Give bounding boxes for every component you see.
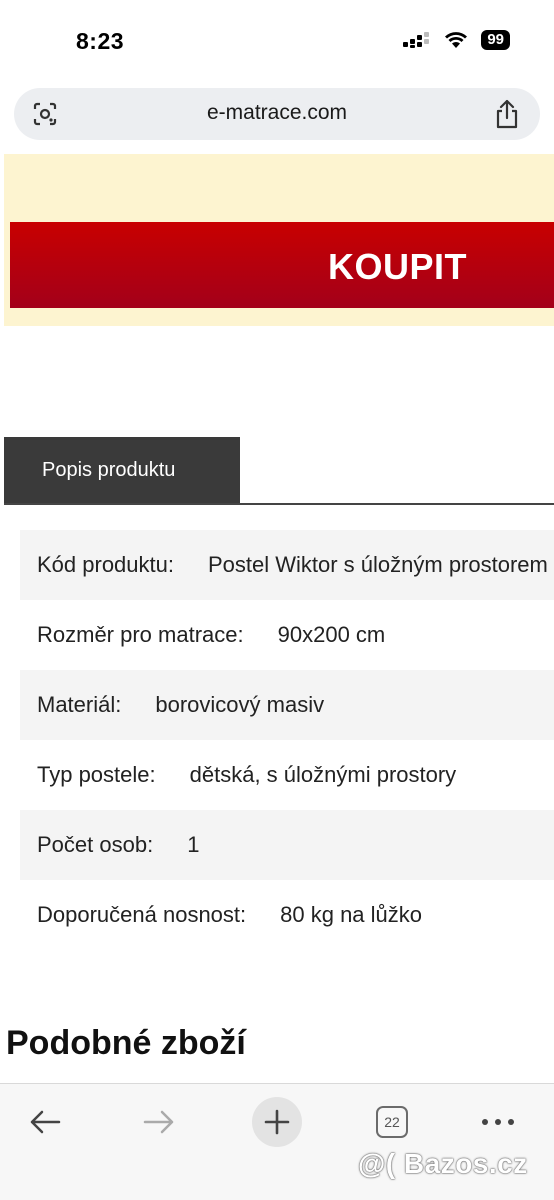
spec-value: 90x200 cm <box>277 622 386 647</box>
status-icons: 99 <box>403 30 510 50</box>
watermark: @( Bazos.cz <box>358 1148 528 1179</box>
more-button[interactable] <box>478 1102 518 1142</box>
product-tabs: Popis produktu <box>4 437 554 505</box>
spec-value: 80 kg na lůžko <box>280 902 423 927</box>
spec-value: Postel Wiktor s úložným prostorem <box>207 552 548 577</box>
status-bar: 8:23 99 <box>0 0 554 82</box>
battery-icon: 99 <box>481 30 510 50</box>
spec-value: dětská, s úložnými prostory <box>189 762 457 787</box>
buy-button-label: KOUPIT <box>328 246 468 287</box>
product-spec-table: Kód produktu: Postel Wiktor s úložným pr… <box>20 530 554 950</box>
cellular-signal-icon <box>403 32 430 48</box>
tabs-icon: 22 <box>376 1106 408 1138</box>
similar-products-heading: Podobné zboží <box>6 1024 246 1062</box>
spec-label: Materiál: <box>37 692 122 717</box>
tab-product-description[interactable]: Popis produktu <box>4 437 240 503</box>
spec-label: Typ postele: <box>37 762 156 787</box>
spec-label: Kód produktu: <box>37 552 174 577</box>
share-icon[interactable] <box>494 99 520 129</box>
tabs-button[interactable]: 22 <box>372 1102 412 1142</box>
back-button[interactable] <box>22 1102 68 1142</box>
spec-row-load-capacity: Doporučená nosnost: 80 kg na lůžko <box>20 880 554 950</box>
spec-row-mattress-size: Rozměr pro matrace: 90x200 cm <box>20 600 554 670</box>
wifi-icon <box>445 32 468 48</box>
status-time: 8:23 <box>76 28 125 54</box>
spec-label: Doporučená nosnost: <box>37 902 247 927</box>
more-icon <box>482 1119 514 1125</box>
back-arrow-icon <box>30 1110 61 1134</box>
buy-button[interactable]: KOUPIT <box>10 222 554 308</box>
spec-row-product-code: Kód produktu: Postel Wiktor s úložným pr… <box>20 530 554 600</box>
plus-icon <box>264 1109 290 1135</box>
url-text: e-matrace.com <box>206 101 348 124</box>
spec-label: Počet osob: <box>37 832 154 857</box>
forward-button[interactable] <box>136 1102 182 1142</box>
spec-row-material: Materiál: borovicový masiv <box>20 670 554 740</box>
buy-section: KOUPIT <box>4 154 554 326</box>
spec-value: borovicový masiv <box>155 692 325 717</box>
spec-row-persons: Počet osob: 1 <box>20 810 554 880</box>
spec-row-bed-type: Typ postele: dětská, s úložnými prostory <box>20 740 554 810</box>
spec-value: 1 <box>187 832 200 857</box>
browser-toolbar: 22 <box>0 1083 554 1200</box>
forward-arrow-icon <box>143 1110 174 1134</box>
spec-label: Rozměr pro matrace: <box>37 622 244 647</box>
new-tab-button[interactable] <box>252 1097 302 1147</box>
address-bar[interactable]: e-matrace.com <box>14 88 540 140</box>
